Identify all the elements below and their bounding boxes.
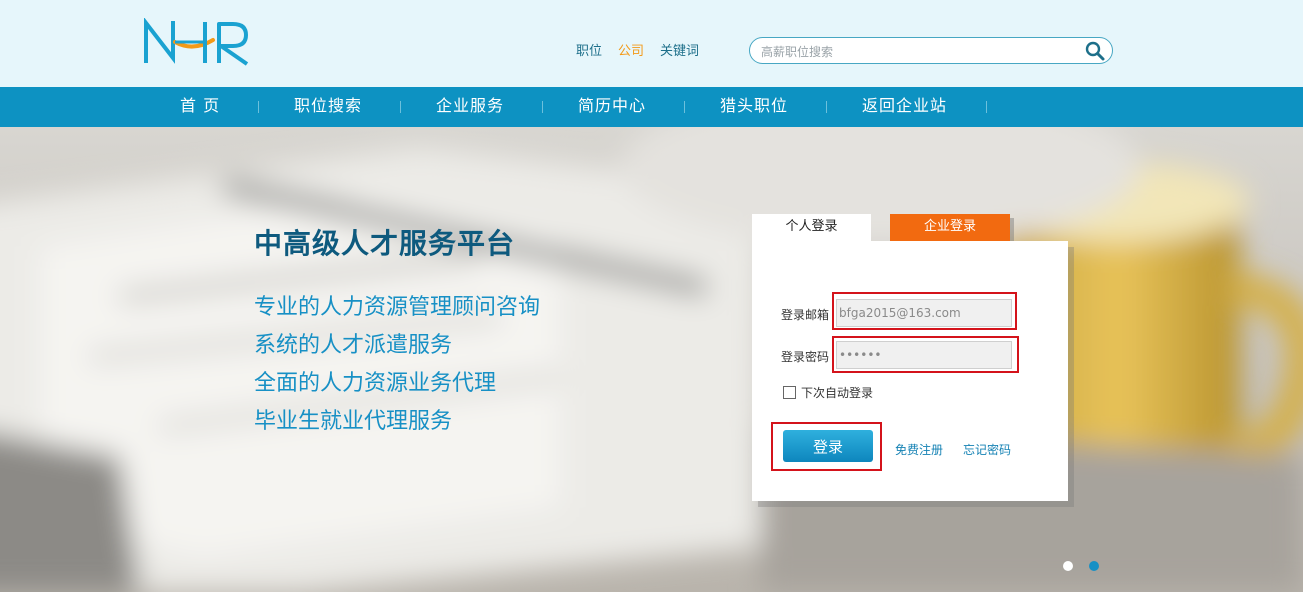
login-button[interactable]: 登录 [783, 430, 873, 462]
hero-feature-item: 毕业生就业代理服务 [254, 409, 453, 434]
email-label: 登录邮箱 [781, 308, 830, 322]
tab-personal-login[interactable]: 个人登录 [752, 214, 871, 241]
hero-feature-item: 系统的人才派遣服务 [254, 333, 453, 358]
email-field[interactable] [836, 299, 1012, 327]
hero-background-image [0, 127, 1303, 592]
nav-divider [400, 101, 401, 113]
nhr-logo[interactable] [143, 18, 253, 68]
nav-item-headhunter-jobs[interactable]: 猎头职位 [720, 87, 788, 127]
tab-enterprise-login[interactable]: 企业登录 [890, 214, 1010, 241]
search-type-company[interactable]: 公司 [618, 40, 644, 59]
nav-item-home[interactable]: 首 页 [180, 87, 220, 127]
slider-dot[interactable] [1063, 561, 1073, 571]
login-panel: 登录邮箱 登录密码 下次自动登录 登录 免费注册 忘记密码 [752, 241, 1068, 501]
checkbox-square[interactable] [783, 386, 796, 399]
search-icon[interactable] [1084, 40, 1106, 62]
nav-divider [542, 101, 543, 113]
remember-me-label: 下次自动登录 [801, 386, 874, 400]
hero-feature-item: 全面的人力资源业务代理 [254, 371, 497, 396]
search-input[interactable] [759, 42, 1073, 62]
slider-dots [1063, 561, 1099, 571]
hero-banner: 中高级人才服务平台 专业的人力资源管理顾问咨询 系统的人才派遣服务 全面的人力资… [0, 127, 1303, 592]
password-field[interactable] [836, 341, 1012, 369]
hero-feature-item: 专业的人力资源管理顾问咨询 [254, 295, 541, 320]
search-box [749, 37, 1113, 64]
password-label: 登录密码 [781, 350, 830, 364]
nav-divider [826, 101, 827, 113]
site-header: 职位 公司 关键词 [0, 0, 1303, 87]
remember-me-checkbox[interactable]: 下次自动登录 [783, 384, 873, 401]
nav-divider [986, 101, 987, 113]
nav-divider [258, 101, 259, 113]
register-link[interactable]: 免费注册 [895, 441, 943, 458]
nav-item-resume-center[interactable]: 简历中心 [578, 87, 646, 127]
slider-dot-active[interactable] [1089, 561, 1099, 571]
search-type-keyword[interactable]: 关键词 [660, 40, 699, 59]
main-nav: 首 页 职位搜索 企业服务 简历中心 猎头职位 返回企业站 [0, 87, 1303, 127]
nav-divider [684, 101, 685, 113]
hero-title: 中高级人才服务平台 [254, 227, 516, 260]
nav-item-back-to-enterprise[interactable]: 返回企业站 [862, 87, 947, 127]
nav-item-job-search[interactable]: 职位搜索 [294, 87, 362, 127]
search-type-job[interactable]: 职位 [576, 40, 602, 59]
forgot-password-link[interactable]: 忘记密码 [963, 441, 1011, 458]
hero-feature-list: 专业的人力资源管理顾问咨询 系统的人才派遣服务 全面的人力资源业务代理 毕业生就… [254, 289, 540, 441]
nav-item-enterprise-services[interactable]: 企业服务 [436, 87, 504, 127]
search-type-links: 职位 公司 关键词 [576, 40, 699, 59]
